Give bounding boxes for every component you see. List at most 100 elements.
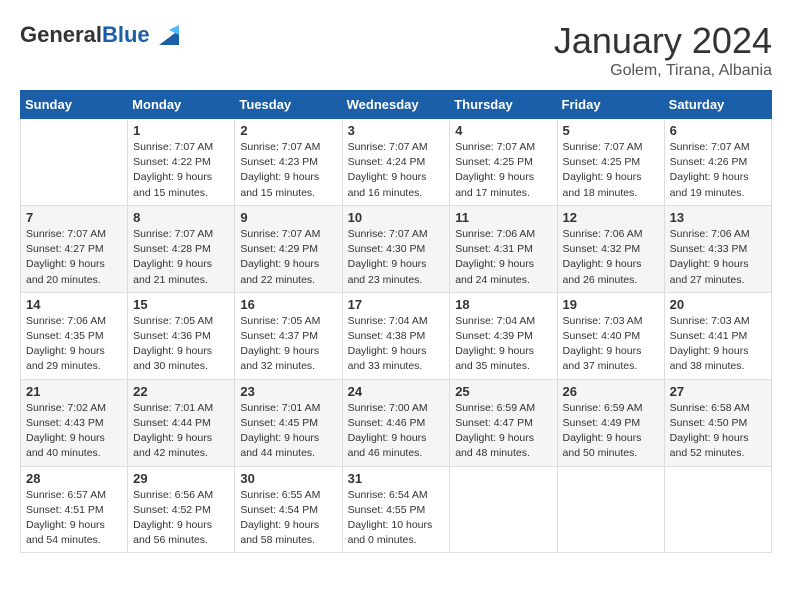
day-info: Sunrise: 6:59 AM Sunset: 4:49 PM Dayligh… (563, 401, 659, 462)
calendar-cell: 7 Sunrise: 7:07 AM Sunset: 4:27 PM Daylig… (21, 205, 128, 292)
day-number: 25 (455, 384, 551, 399)
day-number: 22 (133, 384, 229, 399)
calendar-cell (557, 466, 664, 553)
calendar-cell: 18Sunrise: 7:04 AM Sunset: 4:39 PM Dayli… (450, 292, 557, 379)
calendar-week-2: 7 Sunrise: 7:07 AM Sunset: 4:27 PM Daylig… (21, 205, 772, 292)
day-number: 3 (348, 123, 445, 138)
day-info: Sunrise: 6:57 AM Sunset: 4:51 PM Dayligh… (26, 488, 122, 549)
page-header: GeneralBlue January 2024 Golem, Tirana, … (20, 20, 772, 80)
month-title: January 2024 (554, 20, 772, 62)
day-info: Sunrise: 7:01 AM Sunset: 4:45 PM Dayligh… (240, 401, 336, 462)
calendar-week-5: 28 Sunrise: 6:57 AM Sunset: 4:51 PM Dayli… (21, 466, 772, 553)
day-number: 14 (26, 297, 122, 312)
day-number: 29 (133, 471, 229, 486)
calendar-cell: 1 Sunrise: 7:07 AM Sunset: 4:22 PM Daylig… (128, 119, 235, 206)
calendar-cell (21, 119, 128, 206)
day-header-sunday: Sunday (21, 91, 128, 119)
day-info: Sunrise: 7:05 AM Sunset: 4:37 PM Dayligh… (240, 314, 336, 375)
calendar-cell: 22 Sunrise: 7:01 AM Sunset: 4:44 PM Dayli… (128, 379, 235, 466)
day-number: 6 (670, 123, 766, 138)
day-number: 4 (455, 123, 551, 138)
calendar-cell: 31 Sunrise: 6:54 AM Sunset: 4:55 PM Dayli… (342, 466, 450, 553)
calendar-cell: 5 Sunrise: 7:07 AM Sunset: 4:25 PM Daylig… (557, 119, 664, 206)
calendar-cell: 19 Sunrise: 7:03 AM Sunset: 4:40 PM Dayli… (557, 292, 664, 379)
logo-blue-text: Blue (102, 22, 150, 47)
day-info: Sunrise: 7:07 AM Sunset: 4:28 PM Dayligh… (133, 227, 229, 288)
calendar-header-row: SundayMondayTuesdayWednesdayThursdayFrid… (21, 91, 772, 119)
calendar-cell: 21Sunrise: 7:02 AM Sunset: 4:43 PM Dayli… (21, 379, 128, 466)
calendar-cell: 20 Sunrise: 7:03 AM Sunset: 4:41 PM Dayli… (664, 292, 771, 379)
calendar-cell: 25 Sunrise: 6:59 AM Sunset: 4:47 PM Dayli… (450, 379, 557, 466)
calendar-cell: 29Sunrise: 6:56 AM Sunset: 4:52 PM Dayli… (128, 466, 235, 553)
day-info: Sunrise: 7:07 AM Sunset: 4:22 PM Dayligh… (133, 140, 229, 201)
calendar-cell: 30 Sunrise: 6:55 AM Sunset: 4:54 PM Dayli… (235, 466, 342, 553)
calendar-cell: 3 Sunrise: 7:07 AM Sunset: 4:24 PM Daylig… (342, 119, 450, 206)
day-number: 17 (348, 297, 445, 312)
day-header-tuesday: Tuesday (235, 91, 342, 119)
day-number: 7 (26, 210, 122, 225)
day-number: 10 (348, 210, 445, 225)
calendar-cell: 6 Sunrise: 7:07 AM Sunset: 4:26 PM Daylig… (664, 119, 771, 206)
day-info: Sunrise: 7:03 AM Sunset: 4:40 PM Dayligh… (563, 314, 659, 375)
calendar-cell (664, 466, 771, 553)
day-info: Sunrise: 6:58 AM Sunset: 4:50 PM Dayligh… (670, 401, 766, 462)
day-number: 24 (348, 384, 445, 399)
title-area: January 2024 Golem, Tirana, Albania (554, 20, 772, 80)
day-info: Sunrise: 7:01 AM Sunset: 4:44 PM Dayligh… (133, 401, 229, 462)
calendar-cell: 13 Sunrise: 7:06 AM Sunset: 4:33 PM Dayli… (664, 205, 771, 292)
day-info: Sunrise: 7:04 AM Sunset: 4:39 PM Dayligh… (455, 314, 551, 375)
day-info: Sunrise: 7:07 AM Sunset: 4:30 PM Dayligh… (348, 227, 445, 288)
day-header-saturday: Saturday (664, 91, 771, 119)
day-header-thursday: Thursday (450, 91, 557, 119)
calendar-cell: 16Sunrise: 7:05 AM Sunset: 4:37 PM Dayli… (235, 292, 342, 379)
day-number: 30 (240, 471, 336, 486)
day-info: Sunrise: 7:05 AM Sunset: 4:36 PM Dayligh… (133, 314, 229, 375)
day-number: 2 (240, 123, 336, 138)
day-header-wednesday: Wednesday (342, 91, 450, 119)
day-info: Sunrise: 7:04 AM Sunset: 4:38 PM Dayligh… (348, 314, 445, 375)
day-info: Sunrise: 6:59 AM Sunset: 4:47 PM Dayligh… (455, 401, 551, 462)
logo-icon (154, 20, 184, 50)
day-info: Sunrise: 7:07 AM Sunset: 4:25 PM Dayligh… (455, 140, 551, 201)
day-info: Sunrise: 7:07 AM Sunset: 4:24 PM Dayligh… (348, 140, 445, 201)
calendar-cell: 4 Sunrise: 7:07 AM Sunset: 4:25 PM Daylig… (450, 119, 557, 206)
day-number: 31 (348, 471, 445, 486)
calendar-cell: 23 Sunrise: 7:01 AM Sunset: 4:45 PM Dayli… (235, 379, 342, 466)
calendar-cell: 8 Sunrise: 7:07 AM Sunset: 4:28 PM Daylig… (128, 205, 235, 292)
calendar-cell: 14 Sunrise: 7:06 AM Sunset: 4:35 PM Dayli… (21, 292, 128, 379)
day-number: 20 (670, 297, 766, 312)
day-info: Sunrise: 7:07 AM Sunset: 4:29 PM Dayligh… (240, 227, 336, 288)
day-number: 13 (670, 210, 766, 225)
day-info: Sunrise: 7:06 AM Sunset: 4:35 PM Dayligh… (26, 314, 122, 375)
day-info: Sunrise: 7:06 AM Sunset: 4:33 PM Dayligh… (670, 227, 766, 288)
day-info: Sunrise: 7:00 AM Sunset: 4:46 PM Dayligh… (348, 401, 445, 462)
day-number: 27 (670, 384, 766, 399)
day-number: 28 (26, 471, 122, 486)
calendar-cell: 24 Sunrise: 7:00 AM Sunset: 4:46 PM Dayli… (342, 379, 450, 466)
calendar-cell: 15Sunrise: 7:05 AM Sunset: 4:36 PM Dayli… (128, 292, 235, 379)
day-info: Sunrise: 7:03 AM Sunset: 4:41 PM Dayligh… (670, 314, 766, 375)
day-header-friday: Friday (557, 91, 664, 119)
day-number: 8 (133, 210, 229, 225)
calendar-cell: 2 Sunrise: 7:07 AM Sunset: 4:23 PM Daylig… (235, 119, 342, 206)
day-number: 9 (240, 210, 336, 225)
day-number: 5 (563, 123, 659, 138)
day-number: 21 (26, 384, 122, 399)
day-info: Sunrise: 7:07 AM Sunset: 4:27 PM Dayligh… (26, 227, 122, 288)
day-info: Sunrise: 7:07 AM Sunset: 4:23 PM Dayligh… (240, 140, 336, 201)
day-info: Sunrise: 7:07 AM Sunset: 4:26 PM Dayligh… (670, 140, 766, 201)
calendar-cell: 26Sunrise: 6:59 AM Sunset: 4:49 PM Dayli… (557, 379, 664, 466)
day-number: 19 (563, 297, 659, 312)
calendar-cell: 27 Sunrise: 6:58 AM Sunset: 4:50 PM Dayli… (664, 379, 771, 466)
calendar-week-3: 14 Sunrise: 7:06 AM Sunset: 4:35 PM Dayli… (21, 292, 772, 379)
calendar-week-4: 21Sunrise: 7:02 AM Sunset: 4:43 PM Dayli… (21, 379, 772, 466)
logo-general-text: General (20, 22, 102, 47)
day-number: 1 (133, 123, 229, 138)
calendar-week-1: 1 Sunrise: 7:07 AM Sunset: 4:22 PM Daylig… (21, 119, 772, 206)
calendar-cell: 28 Sunrise: 6:57 AM Sunset: 4:51 PM Dayli… (21, 466, 128, 553)
day-info: Sunrise: 6:55 AM Sunset: 4:54 PM Dayligh… (240, 488, 336, 549)
day-info: Sunrise: 6:54 AM Sunset: 4:55 PM Dayligh… (348, 488, 445, 549)
day-number: 23 (240, 384, 336, 399)
calendar-cell: 10 Sunrise: 7:07 AM Sunset: 4:30 PM Dayli… (342, 205, 450, 292)
day-info: Sunrise: 7:07 AM Sunset: 4:25 PM Dayligh… (563, 140, 659, 201)
